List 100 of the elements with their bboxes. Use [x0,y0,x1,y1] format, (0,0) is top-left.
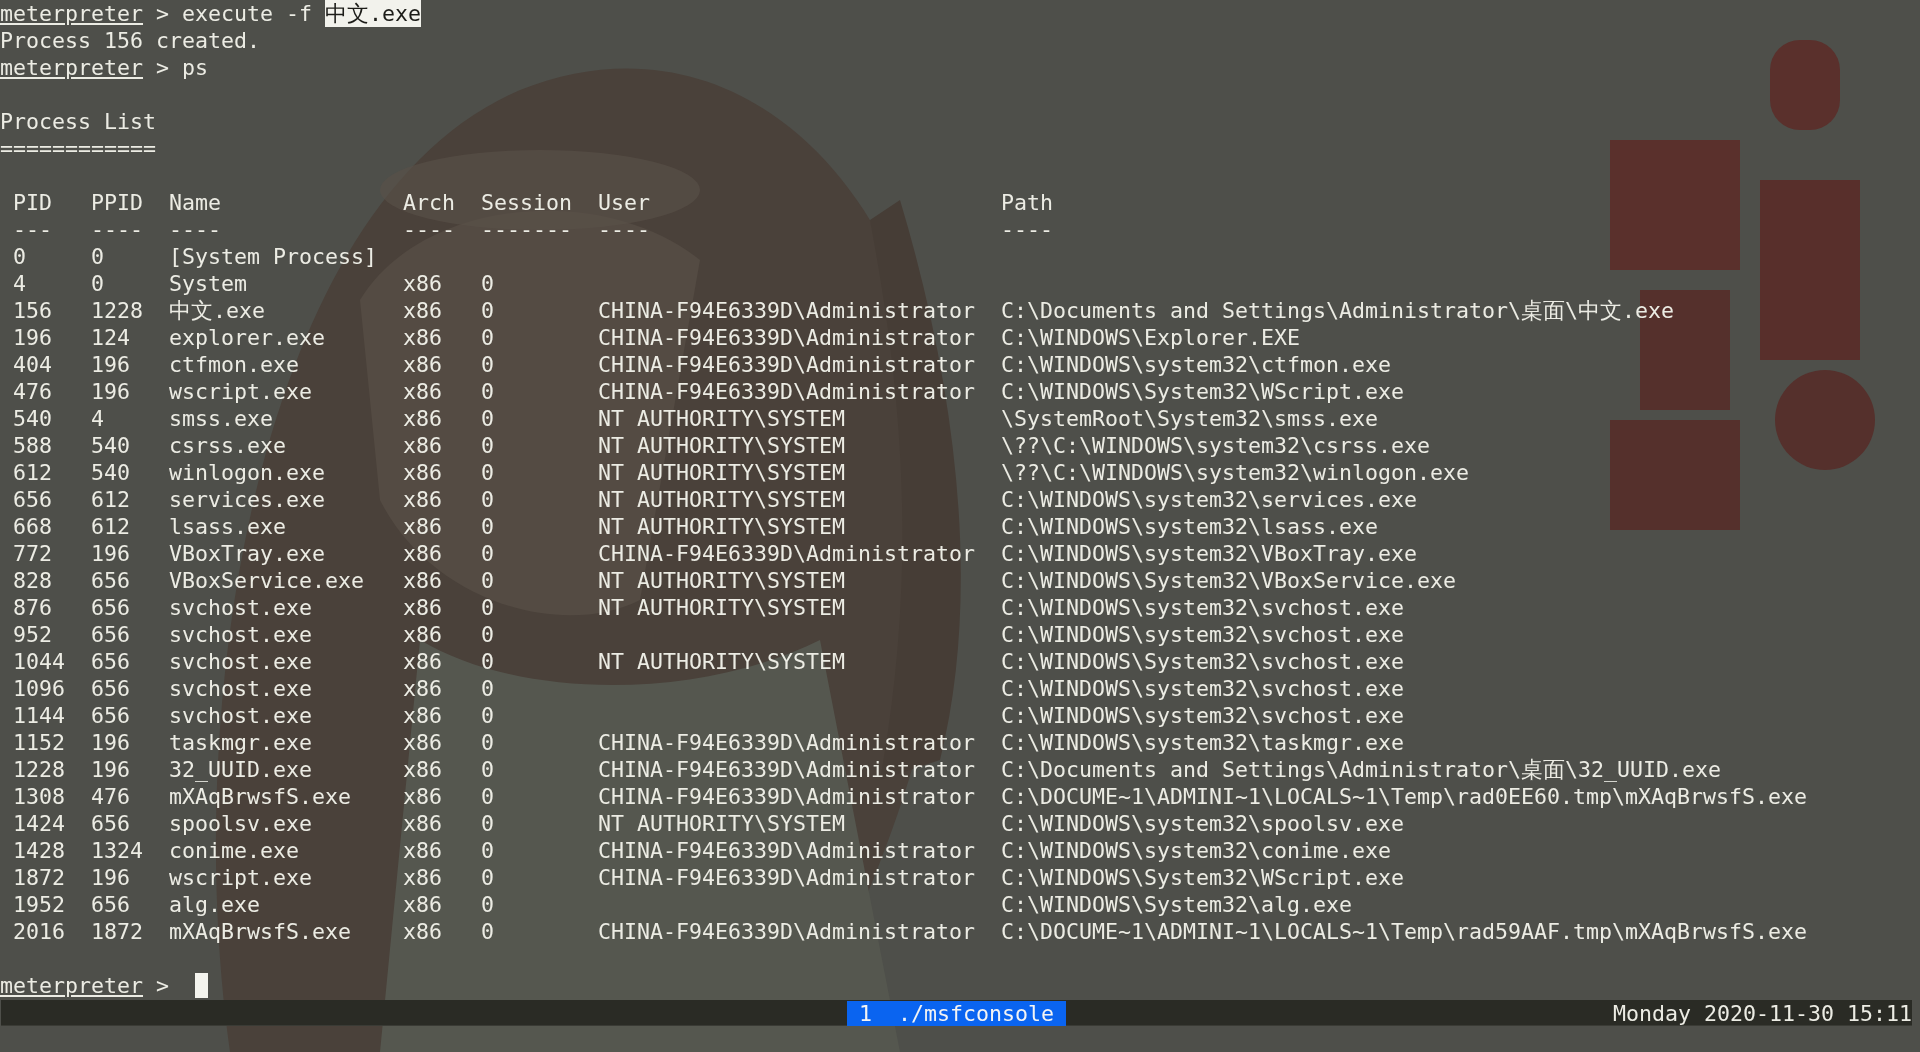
table-cell-text: 656 [91,567,131,594]
table-cell-text: csrss.exe [169,432,287,459]
table-cell-text: x86 [403,540,443,567]
table-cell-text: 540 [91,459,131,486]
column-header: Arch [403,189,456,216]
table-cell-text: 0 [481,864,495,891]
table-cell-text: x86 [403,729,443,756]
table-cell-text: System [169,270,248,297]
prompt-sign: > [156,972,170,999]
table-cell-text: 612 [91,486,131,513]
clock: Monday 2020-11-30 15:11 [1613,1000,1912,1027]
table-cell-text: 0 [481,837,495,864]
column-header: Session [481,189,573,216]
table-cell-text: svchost.exe [169,621,313,648]
table-cell-text: 0 [481,270,495,297]
table-cell-text: \??\C:\WINDOWS\system32\csrss.exe [1001,432,1432,459]
table-cell-text: x86 [403,594,443,621]
table-cell-text: 1428 [13,837,66,864]
table-cell-text: 876 [13,594,53,621]
column-header: PPID [91,189,144,216]
text-cursor [195,973,209,998]
table-cell-text: svchost.exe [169,675,313,702]
table-cell-text: CHINA-F94E6339D\Administrator [598,918,976,945]
table-cell-text: CHINA-F94E6339D\Administrator [598,864,976,891]
table-cell-text: CHINA-F94E6339D\Administrator [598,540,976,567]
prompt-sign: > [156,54,170,81]
table-cell-text: 1228 [13,756,66,783]
table-cell-text: mXAqBrwsfS.exe [169,783,352,810]
table-cell-text: 0 [481,648,495,675]
column-underline: ---- [403,216,456,243]
table-cell-text: 124 [91,324,131,351]
table-cell-text: x86 [403,810,443,837]
table-cell-text: svchost.exe [169,594,313,621]
table-cell-text: 0 [481,756,495,783]
table-cell-text: C:\WINDOWS\system32\spoolsv.exe [1001,810,1406,837]
table-cell-text: NT AUTHORITY\SYSTEM [598,486,846,513]
table-cell-text: wscript.exe [169,864,313,891]
title-underline: ============ [0,135,156,162]
window-tab[interactable]: 1 ./msfconsole [847,1001,1066,1026]
table-cell-text: x86 [403,459,443,486]
table-cell-text: NT AUTHORITY\SYSTEM [598,648,846,675]
table-cell-text: ctfmon.exe [169,351,300,378]
table-cell-text: 0 [481,783,495,810]
column-header: Name [169,189,222,216]
table-cell-text: x86 [403,783,443,810]
command-text: ps [182,54,209,81]
table-cell-text: x86 [403,405,443,432]
table-cell-text: NT AUTHORITY\SYSTEM [598,405,846,432]
table-cell-text: 0 [481,729,495,756]
table-cell-text: x86 [403,837,443,864]
table-cell-text: 656 [91,621,131,648]
table-cell-text: VBoxTray.exe [169,540,326,567]
table-cell-text: 1872 [13,864,66,891]
table-cell-text: 0 [13,243,27,270]
table-cell-text: conime.exe [169,837,300,864]
command-text: 中文.exe [325,0,422,27]
table-cell-text: CHINA-F94E6339D\Administrator [598,783,976,810]
table-cell-text: 828 [13,567,53,594]
prompt-label: meterpreter [0,54,143,81]
table-cell-text: 4 [91,405,105,432]
table-cell-text: 612 [13,459,53,486]
table-cell-text: 196 [91,378,131,405]
table-cell-text: C:\WINDOWS\system32\VBoxTray.exe [1001,540,1419,567]
table-cell-text: 476 [13,378,53,405]
table-cell-text: NT AUTHORITY\SYSTEM [598,594,846,621]
table-cell-text: 0 [481,378,495,405]
prompt-label: meterpreter [0,972,143,999]
table-cell-text: 404 [13,351,53,378]
table-cell-text: 0 [481,621,495,648]
table-cell-text: 668 [13,513,53,540]
table-cell-text: x86 [403,513,443,540]
table-cell-text: 1308 [13,783,66,810]
table-cell-text: 1228 [91,297,144,324]
table-cell-text: svchost.exe [169,648,313,675]
table-cell-text: smss.exe [169,405,274,432]
table-cell-text: 0 [481,351,495,378]
column-header: Path [1001,189,1055,216]
table-cell-text: C:\DOCUME~1\ADMINI~1\LOCALS~1\Temp\rad59AAF.tmp\mXAqBrwsfS.exe [1001,918,1809,945]
table-cell-text: 156 [13,297,53,324]
table-cell-text: spoolsv.exe [169,810,313,837]
table-cell-text: 0 [91,270,105,297]
table-cell-text: C:\DOCUME~1\ADMINI~1\LOCALS~1\Temp\rad0EE60.tmp\mXAqBrwsfS.exe [1001,783,1809,810]
column-underline: ---- [1001,216,1055,243]
table-cell-text: x86 [403,351,443,378]
table-cell-text: 540 [91,432,131,459]
table-cell-text: CHINA-F94E6339D\Administrator [598,324,976,351]
table-cell-text: x86 [403,891,443,918]
table-cell-text: 0 [481,459,495,486]
table-cell-text: 0 [481,675,495,702]
table-cell-text: C:\WINDOWS\system32\svchost.exe [1001,594,1406,621]
table-cell-text: 196 [91,756,131,783]
table-cell-text: 656 [13,486,53,513]
table-cell-text: C:\WINDOWS\System32\alg.exe [1001,891,1354,918]
table-cell-text: \??\C:\WINDOWS\system32\winlogon.exe [1001,459,1471,486]
table-cell-text: x86 [403,756,443,783]
table-cell-text: CHINA-F94E6339D\Administrator [598,837,976,864]
table-cell-text: mXAqBrwsfS.exe [169,918,352,945]
list-title: Process List [0,108,156,135]
table-cell-text: 656 [91,648,131,675]
prompt-label: meterpreter [0,0,143,27]
